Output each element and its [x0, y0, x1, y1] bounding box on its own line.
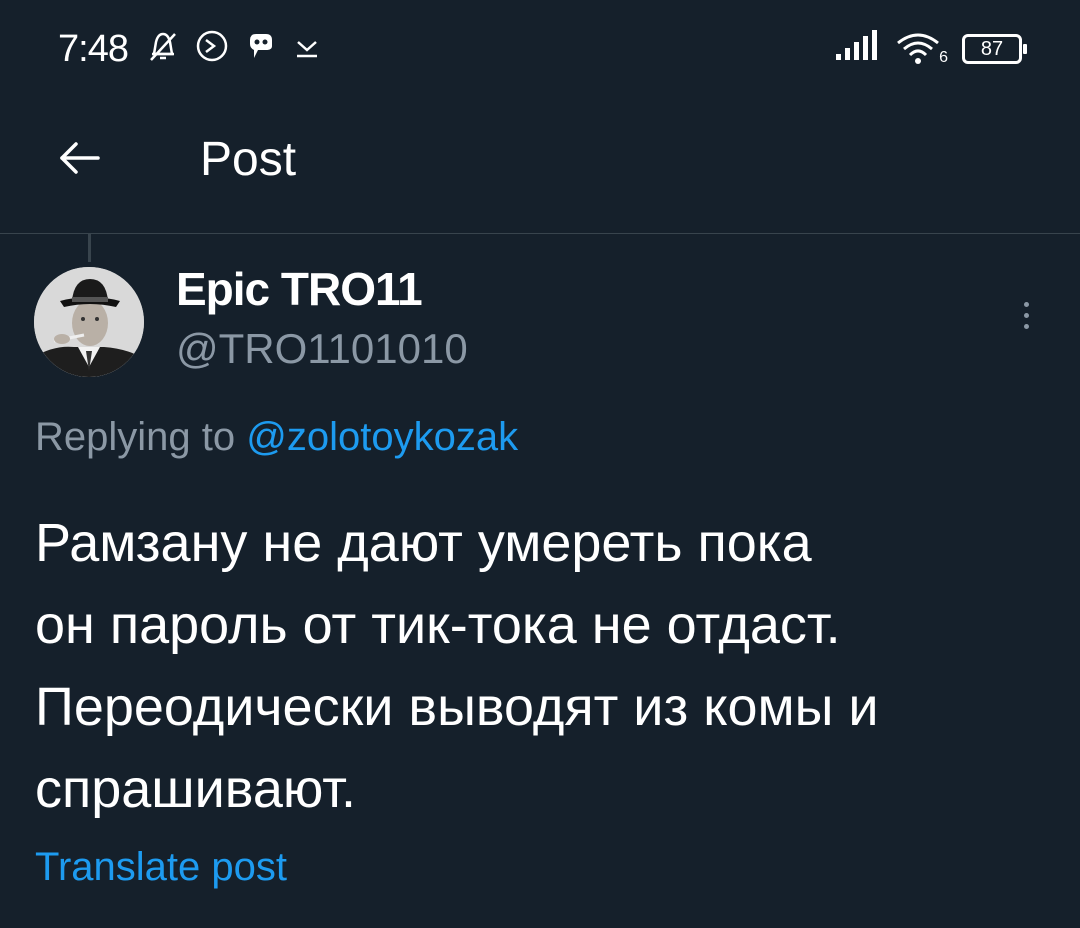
- post-text-line: спрашивают.: [35, 759, 356, 819]
- status-time: 7:48: [58, 28, 129, 70]
- status-icons-right: 6 87: [834, 30, 1027, 67]
- avatar[interactable]: [34, 267, 144, 377]
- data-saver-icon: [194, 28, 230, 69]
- app-notification-icon: [244, 28, 278, 69]
- more-dot: [1023, 323, 1029, 329]
- author-name[interactable]: Epic TRO11: [176, 262, 423, 316]
- page-title: Post: [200, 133, 297, 186]
- post-text-line: Рамзану не дают умереть пока: [35, 513, 812, 573]
- post-text-line: он пароль от тик-тока не отдаст.: [35, 595, 841, 655]
- signal-icon: [834, 30, 882, 67]
- status-bar: 7:48 6 87: [0, 0, 1080, 100]
- wifi-generation-label: 6: [939, 48, 948, 66]
- arrow-left-icon: [56, 138, 104, 183]
- post-text-line: Переодически выводят из комы и: [35, 677, 879, 737]
- reply-mention-link[interactable]: @zolotoykozak: [246, 415, 518, 459]
- post-text: Рамзану не дают умереть пока он пароль о…: [35, 502, 1045, 830]
- battery-icon: 87: [962, 33, 1027, 64]
- back-button[interactable]: [40, 110, 120, 210]
- replying-to: Replying to @zolotoykozak: [35, 415, 518, 460]
- battery-level: 87: [980, 37, 1004, 60]
- wifi-icon: 6: [896, 31, 948, 67]
- status-icons-left: [146, 28, 322, 69]
- author-handle[interactable]: @TRO1101010: [176, 325, 468, 373]
- more-dot: [1023, 312, 1029, 318]
- alarm-off-icon: [146, 28, 180, 69]
- reply-prefix: Replying to: [35, 415, 236, 459]
- translate-post-link[interactable]: Translate post: [35, 845, 287, 890]
- header-divider: [0, 233, 1080, 234]
- download-icon: [292, 28, 322, 69]
- more-options-button[interactable]: [1006, 290, 1046, 340]
- more-vertical-icon: [1023, 301, 1029, 307]
- header: Post: [0, 110, 1080, 230]
- thread-connector: [88, 234, 91, 262]
